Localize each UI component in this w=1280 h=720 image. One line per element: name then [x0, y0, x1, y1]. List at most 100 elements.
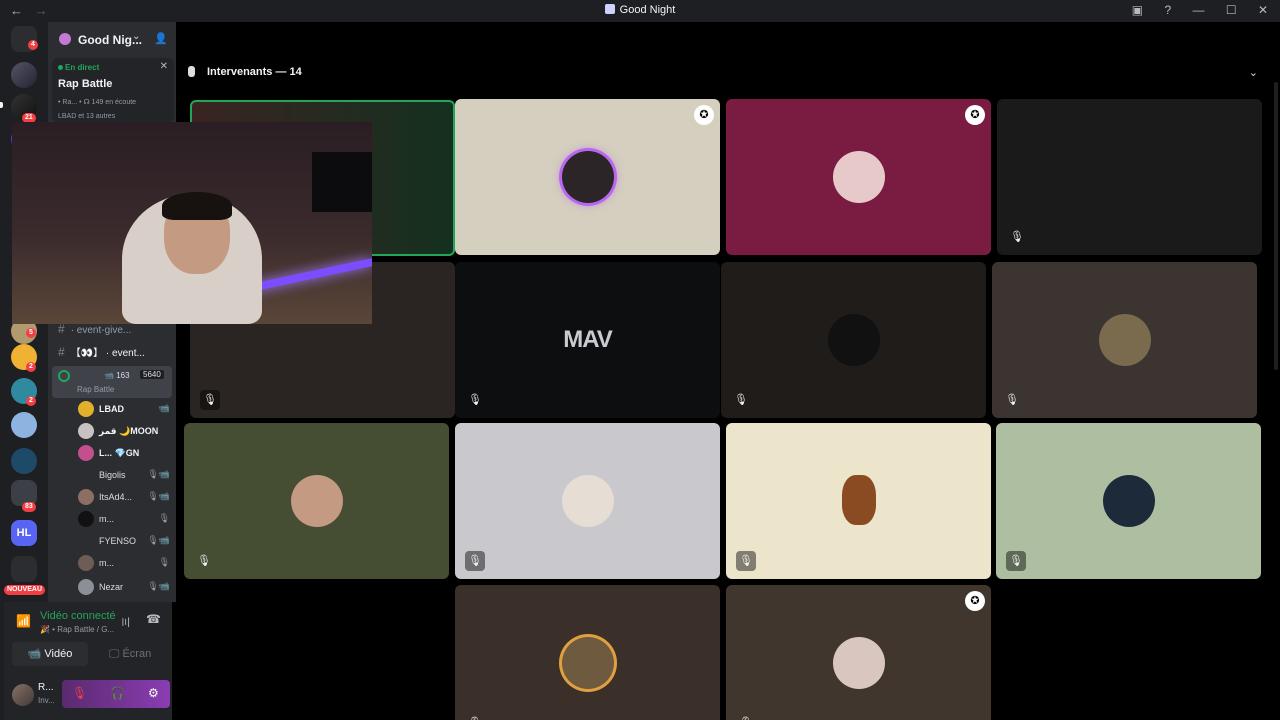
live-status: En direct: [58, 63, 99, 72]
muted-mic-icon: 🎙: [200, 390, 220, 410]
live-stage-meta: • Ra... • ☊ 149 en écoute: [58, 99, 137, 106]
user-status: Inv...: [38, 696, 55, 705]
member-row[interactable]: m... 🎙: [78, 510, 174, 530]
avatar: [78, 445, 94, 461]
muted-mic-icon: 🎙: [468, 394, 482, 406]
microphone-icon: [188, 66, 195, 77]
server-badge-9: 2: [26, 362, 36, 372]
member-row[interactable]: LBAD 📹: [78, 400, 174, 420]
muted-mic-icon: 🎙: [736, 713, 756, 720]
member-row[interactable]: Nezar 🎙📹: [78, 578, 174, 598]
speaker-tile[interactable]: 🎙: [721, 262, 986, 418]
channel-event[interactable]: # 【👀】 · event...: [58, 344, 145, 359]
hash-icon: #: [58, 345, 65, 359]
picture-in-picture-video[interactable]: [12, 122, 372, 324]
member-name: L... 💎GN: [99, 448, 140, 458]
folder-icon[interactable]: [11, 556, 37, 582]
noise-suppression-icon[interactable]: 〣: [120, 614, 131, 630]
speaker-tile[interactable]: 🎙: [726, 423, 991, 579]
voice-channel-path[interactable]: 🎉 • Rap Battle / G...: [40, 625, 114, 634]
stage-icon: [58, 370, 70, 382]
avatar: [561, 637, 614, 689]
member-name: Nezar: [99, 582, 124, 592]
speakers-header: Intervenants — 14: [188, 66, 302, 78]
screen-share-button[interactable]: 🖵 Écran: [92, 642, 168, 666]
avatar: [78, 467, 94, 483]
muted-video-icon: 🎙📹: [147, 469, 170, 479]
mav-logo: MAV: [563, 326, 613, 353]
member-row[interactable]: ItsAd4... 🎙📹: [78, 488, 174, 508]
muted-mic-icon: 🎙: [736, 551, 756, 571]
avatar: [78, 579, 94, 595]
speaker-tile[interactable]: MAV 🎙: [455, 262, 720, 418]
voice-connection-panel: 📶 Vidéo connecté 🎉 • Rap Battle / G... 〣…: [4, 602, 172, 674]
help-icon[interactable]: ?: [1164, 3, 1171, 17]
username: R...: [38, 682, 54, 693]
avatar: [561, 151, 614, 203]
member-row[interactable]: قمر 🌙MOON: [78, 422, 174, 442]
speaker-tile[interactable]: 🎙: [996, 423, 1261, 579]
speaker-tile[interactable]: 🎙: [455, 423, 720, 579]
speaker-tile[interactable]: 🎙: [992, 262, 1257, 418]
channel-label: · event-give...: [70, 325, 132, 336]
muted-video-icon: 🎙📹: [147, 581, 170, 591]
shield-icon: ✪: [694, 105, 714, 125]
server-icon: [604, 4, 615, 14]
member-row[interactable]: FYENSO 🎙📹: [78, 532, 174, 552]
muted-mic-icon: 🎙: [158, 557, 170, 567]
invite-people-icon[interactable]: 👤: [154, 32, 168, 45]
avatar: [841, 475, 876, 525]
member-name: ItsAd4...: [99, 492, 133, 502]
video-button-label: Vidéo: [44, 648, 73, 660]
member-row[interactable]: m... 🎙: [78, 554, 174, 574]
chevron-down-icon[interactable]: ⌄: [132, 31, 140, 42]
stage-channel-rap-battle[interactable]: 📹 163 5640 Rap Battle: [52, 366, 172, 398]
minimize-button[interactable]: —: [1192, 3, 1204, 17]
avatar[interactable]: [12, 684, 34, 706]
muted-mic-icon: 🎙: [465, 713, 485, 720]
server-icon-1[interactable]: [11, 62, 37, 88]
video-button[interactable]: 📹 Vidéo: [12, 642, 88, 666]
signal-icon: 📶: [16, 614, 31, 628]
member-row[interactable]: L... 💎GN: [78, 444, 174, 464]
server-avatar-icon: [59, 33, 71, 45]
live-stage-speakers: LBAD et 13 autres: [58, 113, 116, 120]
video-tv: [312, 152, 372, 212]
server-icon-12[interactable]: [11, 448, 37, 474]
mute-mic-icon[interactable]: 🎙: [72, 686, 87, 700]
close-icon[interactable]: ✕: [160, 61, 168, 72]
channel-event-giveaway[interactable]: # · event-give...: [58, 322, 131, 336]
scrollbar[interactable]: [1274, 82, 1278, 370]
avatar: [78, 555, 94, 571]
hl-server-icon[interactable]: HL: [11, 520, 37, 546]
server-header[interactable]: Good Nig... ⌄ 👤: [48, 22, 176, 58]
avatar: [1098, 314, 1151, 366]
chevron-down-icon[interactable]: ⌄: [1249, 66, 1258, 79]
speaker-tile-video[interactable]: 🎙: [997, 99, 1262, 255]
shield-icon: ✪: [965, 105, 985, 125]
member-name: Bigolis: [99, 470, 126, 480]
muted-mic-icon: 🎙: [1005, 394, 1019, 406]
voice-status[interactable]: Vidéo connecté: [40, 610, 116, 622]
speaker-tile[interactable]: ✪: [726, 99, 991, 255]
video-icon: 📹: [158, 403, 170, 413]
listener-count: 5640: [140, 370, 164, 379]
headphones-icon[interactable]: 🎧: [110, 686, 125, 700]
member-name: m...: [99, 558, 114, 568]
muted-mic-icon: 🎙: [1010, 231, 1024, 243]
member-row[interactable]: Bigolis 🎙📹: [78, 466, 174, 486]
maximize-button[interactable]: ☐: [1226, 3, 1237, 17]
disconnect-icon[interactable]: ☎: [146, 612, 161, 626]
server-icon-11[interactable]: [11, 412, 37, 438]
gear-icon[interactable]: ⚙: [148, 686, 159, 700]
speaker-tile[interactable]: ✪ 🎙: [726, 585, 991, 720]
close-window-button[interactable]: ✕: [1258, 3, 1268, 17]
channel-label: 【👀】 · event...: [70, 348, 145, 359]
inbox-icon[interactable]: ▣: [1132, 3, 1143, 17]
speaker-tile[interactable]: 🎙: [184, 423, 449, 579]
speaker-tile[interactable]: 🎙: [455, 585, 720, 720]
live-stage-card[interactable]: En direct ✕ Rap Battle • Ra... • ☊ 149 e…: [52, 58, 174, 122]
new-badge: NOUVEAU: [4, 585, 46, 595]
speaker-tile[interactable]: ✪: [455, 99, 720, 255]
avatar: [78, 489, 94, 505]
